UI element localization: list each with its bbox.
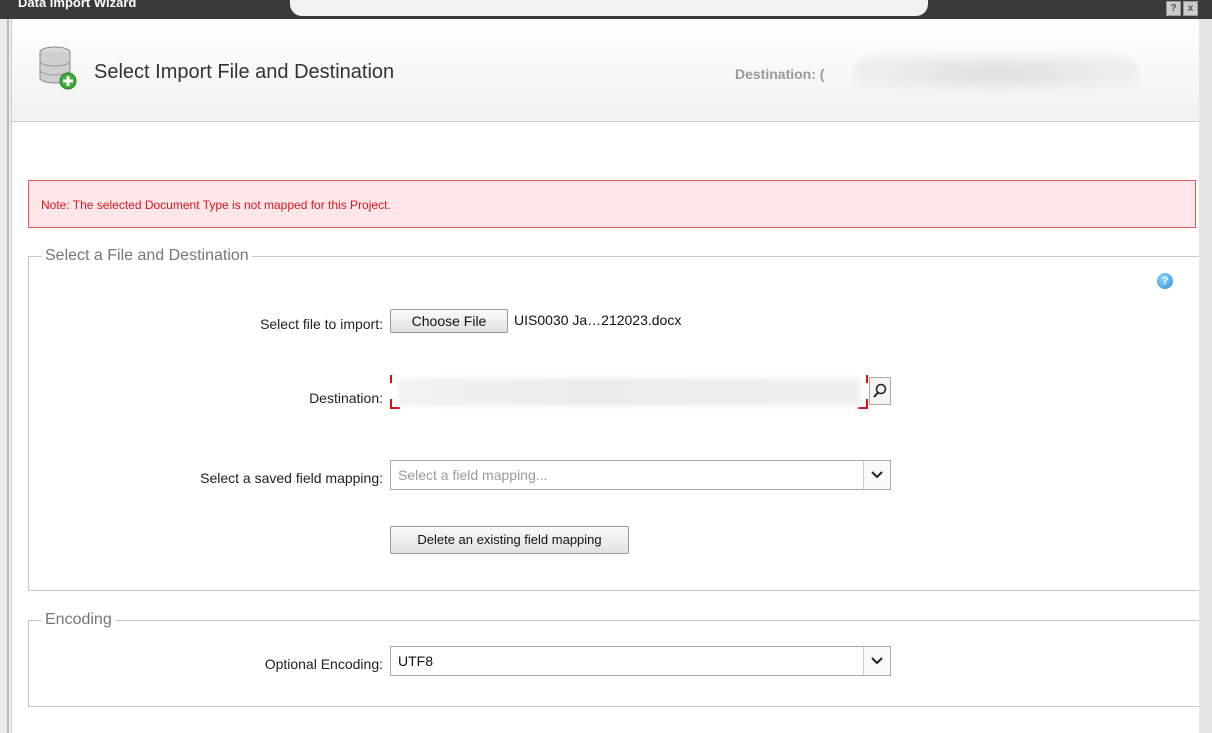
field-mapping-select[interactable]: Select a field mapping... bbox=[390, 460, 891, 490]
encoding-label: Optional Encoding: bbox=[264, 656, 383, 672]
field-mapping-placeholder: Select a field mapping... bbox=[398, 467, 548, 483]
chevron-down-icon[interactable] bbox=[863, 461, 890, 489]
chevron-down-icon[interactable] bbox=[863, 647, 890, 675]
destination-field[interactable] bbox=[390, 375, 868, 409]
page-title: Select Import File and Destination bbox=[94, 61, 395, 83]
window-title: Data Import Wizard bbox=[18, 0, 137, 10]
search-icon bbox=[873, 383, 887, 398]
destination-label: Destination: bbox=[309, 390, 383, 406]
warning-note-text: Note: The selected Document Type is not … bbox=[41, 198, 391, 212]
help-icon[interactable]: ? bbox=[1157, 273, 1173, 289]
selected-file-name: UIS0030 Ja…212023.docx bbox=[514, 312, 682, 328]
window-close-button[interactable]: x bbox=[1183, 1, 1198, 16]
encoding-select[interactable]: UTF8 bbox=[390, 646, 891, 676]
left-edge bbox=[0, 19, 11, 733]
warning-note: Note: The selected Document Type is not … bbox=[28, 180, 1196, 228]
titlebar-search-field[interactable] bbox=[290, 0, 928, 16]
file-destination-legend: Select a File and Destination bbox=[45, 247, 249, 264]
header-destination-value bbox=[854, 55, 1138, 91]
field-mapping-label: Select a saved field mapping: bbox=[200, 470, 383, 486]
encoding-value: UTF8 bbox=[398, 653, 433, 669]
file-import-label: Select file to import: bbox=[260, 316, 383, 332]
encoding-legend: Encoding bbox=[45, 611, 112, 628]
header-destination-label: Destination: ( bbox=[735, 66, 825, 82]
delete-field-mapping-button[interactable]: Delete an existing field mapping bbox=[390, 526, 629, 554]
destination-search-button[interactable] bbox=[869, 377, 891, 405]
window-help-button[interactable]: ? bbox=[1166, 1, 1181, 16]
right-scroll-edge bbox=[1199, 19, 1212, 733]
wizard-panel: Select Import File and Destination Desti… bbox=[11, 19, 1200, 733]
database-add-icon bbox=[39, 46, 77, 90]
choose-file-button[interactable]: Choose File bbox=[390, 309, 508, 333]
wizard-header: Select Import File and Destination Desti… bbox=[12, 19, 1200, 122]
window-titlebar: Data Import Wizard ? x bbox=[0, 0, 1212, 19]
